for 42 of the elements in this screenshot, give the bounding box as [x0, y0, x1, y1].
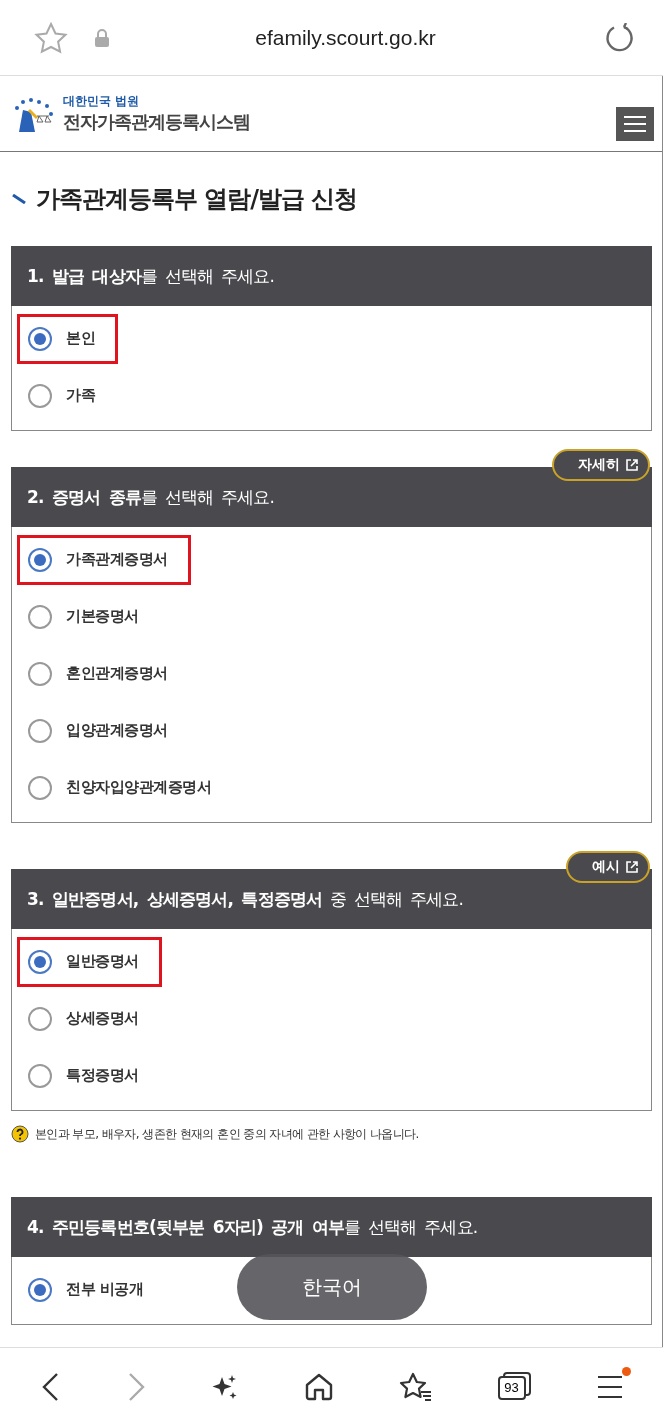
option-label[interactable]: 본인 — [66, 329, 95, 348]
page-title: 가족관계등록부 열람/발급 신청 — [36, 184, 358, 215]
home-icon[interactable] — [303, 1371, 334, 1402]
lock-icon — [94, 28, 110, 47]
radio-button[interactable] — [28, 1277, 52, 1302]
language-toast: 한국어 — [237, 1254, 427, 1320]
option-label[interactable]: 친양자입양관계증명서 — [66, 778, 211, 797]
radio-button[interactable] — [28, 547, 52, 572]
title-mark-icon — [12, 194, 26, 204]
url-text[interactable]: efamily.scourt.go.kr — [110, 25, 581, 50]
option-label[interactable]: 가족 — [66, 386, 95, 405]
option-label[interactable]: 혼인관계증명서 — [66, 664, 168, 683]
radio-button[interactable] — [28, 1063, 52, 1088]
radio-button[interactable] — [28, 718, 52, 743]
menu-button[interactable] — [616, 106, 654, 141]
help-icon — [11, 1125, 29, 1143]
section-heading: 4. 주민등록번호(뒷부분 6자리) 공개 여부를 선택해 주세요. — [11, 1197, 652, 1257]
option-label[interactable]: 특정증명서 — [66, 1066, 139, 1085]
option-label[interactable]: 입양관계증명서 — [66, 721, 168, 740]
court-name: 대한민국 법원 — [63, 93, 141, 110]
site-title[interactable]: 전자가족관계등록시스템 — [63, 110, 616, 134]
option-label[interactable]: 기본증명서 — [66, 607, 139, 626]
radio-button[interactable] — [28, 1006, 52, 1031]
radio-button[interactable] — [28, 661, 52, 686]
radio-button[interactable] — [28, 775, 52, 800]
bookmarks-icon[interactable] — [398, 1371, 433, 1402]
option-label[interactable]: 상세증명서 — [66, 1009, 139, 1028]
option-label[interactable]: 일반증명서 — [66, 952, 139, 971]
radio-button[interactable] — [28, 383, 52, 408]
radio-button[interactable] — [28, 326, 52, 351]
option-label[interactable]: 전부 비공개 — [66, 1280, 144, 1299]
external-link-icon — [626, 861, 638, 873]
option-label[interactable]: 가족관계증명서 — [66, 550, 168, 569]
menu-icon[interactable] — [596, 1374, 623, 1399]
external-link-icon — [626, 459, 638, 471]
info-note: 본인과 부모, 배우자, 생존한 현재의 혼인 중의 자녀에 관한 사항이 나옵니다. — [35, 1125, 419, 1143]
reload-icon[interactable] — [605, 22, 635, 53]
radio-button[interactable] — [28, 949, 52, 974]
bookmark-star-icon[interactable] — [34, 21, 68, 54]
back-icon[interactable] — [40, 1371, 61, 1402]
radio-button[interactable] — [28, 604, 52, 629]
section-heading: 1. 발급 대상자를 선택해 주세요. — [11, 246, 652, 306]
